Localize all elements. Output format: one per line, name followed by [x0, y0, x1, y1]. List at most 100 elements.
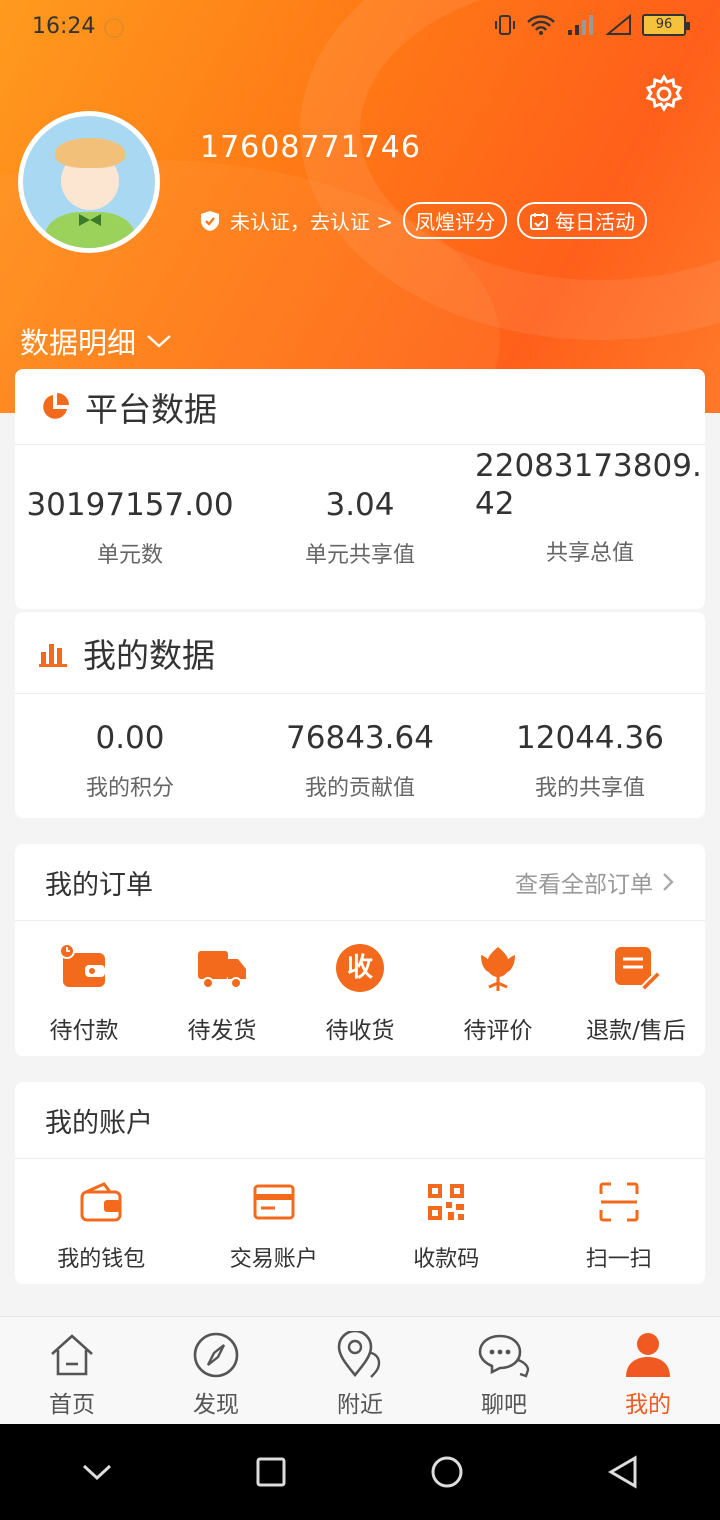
- order-pending-receipt[interactable]: 收 待收货: [291, 941, 429, 1045]
- rating-badge-label: 凤煌评分: [415, 210, 496, 234]
- stat-value: 76843.64: [286, 720, 434, 756]
- tab-chat[interactable]: 聊吧: [432, 1317, 576, 1424]
- avatar-image: [23, 116, 155, 248]
- order-pending-payment[interactable]: 待付款: [15, 941, 153, 1045]
- scan[interactable]: 扫一扫: [533, 1179, 706, 1273]
- flower-icon: [481, 947, 515, 991]
- status-bar: 16:24 96: [0, 0, 720, 56]
- calendar-icon: [530, 212, 549, 230]
- truck-icon: [198, 951, 246, 989]
- chevron-down-icon: [147, 335, 171, 348]
- back-icon[interactable]: [607, 1455, 639, 1489]
- stat-label: 我的共享值: [534, 776, 645, 801]
- orders-header: 我的订单 查看全部订单: [15, 844, 705, 921]
- sync-icon: [104, 18, 124, 38]
- shield-check-icon: [201, 210, 219, 231]
- rating-badge[interactable]: 凤煌评分: [403, 202, 508, 239]
- gear-icon[interactable]: [644, 74, 684, 114]
- my-wallet[interactable]: 我的钱包: [15, 1179, 188, 1273]
- user-phone: 17608771746: [200, 130, 421, 165]
- trading-account[interactable]: 交易账户: [188, 1179, 361, 1273]
- platform-stats: 30197157.00 单元数 3.04 单元共享值 22083173809. …: [15, 445, 705, 569]
- stat-label: 我的贡献值: [304, 776, 415, 801]
- stat-points[interactable]: 0.00 我的积分: [15, 720, 245, 802]
- note-edit-icon: [615, 947, 661, 993]
- system-nav-bar: [0, 1424, 720, 1520]
- qrcode-icon: [428, 1184, 465, 1220]
- stat-contribution[interactable]: 76843.64 我的贡献值: [245, 720, 475, 802]
- order-status-row: 待付款 待发货 收 待收货 待评价 退款/售后: [15, 921, 705, 1045]
- stat-value: 0.00: [95, 720, 165, 756]
- status-icons: 96: [494, 14, 690, 36]
- data-detail-toggle[interactable]: 数据明细: [20, 320, 172, 362]
- tab-label: 发现: [193, 1392, 239, 1418]
- chat-icon: [478, 1334, 530, 1378]
- my-data-header: 我的数据: [15, 612, 705, 694]
- order-refund-aftersale[interactable]: 退款/售后: [567, 941, 705, 1045]
- stat-units: 30197157.00 单元数: [15, 473, 245, 569]
- stat-value: 30197157.00: [26, 487, 234, 523]
- platform-data-card: 平台数据 30197157.00 单元数 3.04 单元共享值 22083173…: [15, 369, 705, 609]
- recents-icon[interactable]: [255, 1456, 287, 1488]
- battery-level: 96: [655, 17, 673, 32]
- tab-label: 首页: [49, 1392, 95, 1418]
- daily-activity-label: 每日活动: [555, 210, 636, 234]
- receive-icon: 收: [336, 944, 384, 992]
- wallet-clock-icon: [59, 943, 105, 987]
- tab-label: 聊吧: [481, 1392, 527, 1418]
- receive-icon-glyph: 收: [346, 953, 373, 983]
- avatar[interactable]: [18, 111, 160, 253]
- account-action-label: 扫一扫: [585, 1247, 652, 1272]
- stat-label: 我的积分: [85, 776, 174, 801]
- tab-home[interactable]: 首页: [0, 1317, 144, 1424]
- scan-icon: [599, 1182, 639, 1222]
- wifi-icon: [527, 15, 555, 35]
- stat-share[interactable]: 12044.36 我的共享值: [475, 720, 705, 802]
- receive-code[interactable]: 收款码: [360, 1179, 533, 1273]
- stat-value: 12044.36: [516, 720, 664, 756]
- battery-icon: 96: [642, 14, 690, 36]
- platform-data-title: 平台数据: [85, 389, 217, 429]
- my-data-title: 我的数据: [83, 635, 215, 675]
- view-all-orders-link[interactable]: 查看全部订单: [515, 865, 675, 899]
- view-all-orders-label: 查看全部订单: [515, 872, 653, 898]
- home-icon: [51, 1334, 93, 1376]
- tab-discover[interactable]: 发现: [144, 1317, 288, 1424]
- bar-chart-icon: [39, 643, 67, 667]
- my-data-card: 我的数据 0.00 我的积分 76843.64 我的贡献值 12044.36 我…: [15, 612, 705, 818]
- tab-label: 我的: [625, 1392, 671, 1418]
- stat-share-total: 22083173809. 42 共享总值: [475, 448, 705, 569]
- account-header: 我的账户: [15, 1082, 705, 1159]
- account-action-label: 交易账户: [229, 1247, 318, 1272]
- home-circle-icon[interactable]: [429, 1454, 465, 1490]
- chevron-down-icon[interactable]: [81, 1462, 113, 1482]
- verify-link[interactable]: 未认证，去认证 >: [230, 206, 393, 235]
- bottom-tab-bar: 首页 发现 附近 聊吧 我的: [0, 1316, 720, 1424]
- order-pending-review[interactable]: 待评价: [429, 941, 567, 1045]
- order-status-label: 待评价: [463, 1018, 533, 1044]
- avatar-hair: [55, 138, 125, 168]
- vibrate-icon: [495, 15, 515, 35]
- tab-nearby[interactable]: 附近: [288, 1317, 432, 1424]
- order-status-label: 待付款: [49, 1018, 119, 1044]
- stat-label: 单元数: [96, 543, 163, 568]
- account-action-label: 收款码: [413, 1247, 480, 1272]
- auth-row: 未认证，去认证 > 凤煌评分 每日活动: [200, 202, 648, 239]
- card-icon: [253, 1184, 295, 1220]
- order-status-label: 待发货: [187, 1018, 257, 1044]
- order-status-label: 待收货: [325, 1018, 395, 1044]
- order-pending-shipment[interactable]: 待发货: [153, 941, 291, 1045]
- orders-card: 我的订单 查看全部订单 待付款 待发货 收 待收货 待评价 退款/售后: [15, 844, 705, 1056]
- platform-data-header: 平台数据: [15, 369, 705, 445]
- location-icon: [337, 1331, 381, 1378]
- daily-activity-badge[interactable]: 每日活动: [517, 202, 648, 239]
- my-stats: 0.00 我的积分 76843.64 我的贡献值 12044.36 我的共享值: [15, 694, 705, 802]
- stat-label: 单元共享值: [304, 543, 415, 568]
- tab-label: 附近: [337, 1392, 383, 1418]
- stat-value: 3.04: [325, 487, 395, 523]
- stat-label: 共享总值: [545, 541, 634, 566]
- signal-icon: [568, 15, 593, 35]
- person-icon: [626, 1333, 670, 1377]
- status-time: 16:24: [32, 14, 96, 39]
- tab-mine[interactable]: 我的: [576, 1317, 720, 1424]
